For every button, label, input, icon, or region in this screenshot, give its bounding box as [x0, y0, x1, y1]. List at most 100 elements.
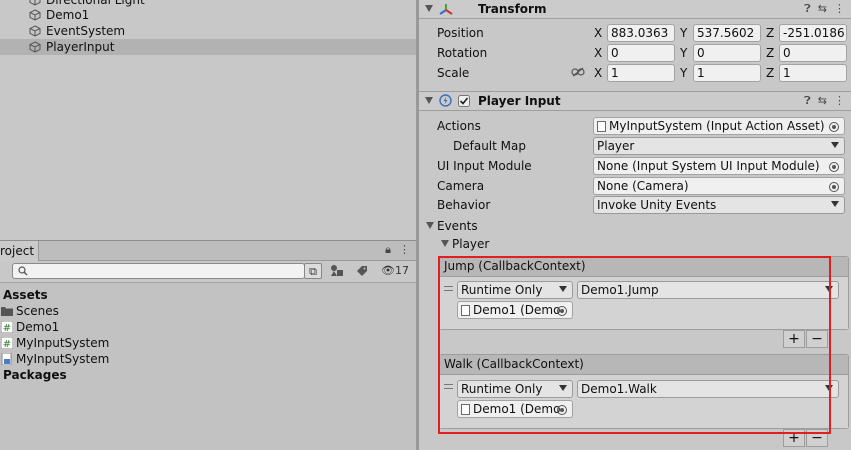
- gameobject-icon: [29, 25, 41, 37]
- preset-icon[interactable]: ⇆: [818, 94, 827, 108]
- search-by-type-icon[interactable]: ⧉: [304, 263, 322, 279]
- project-item-myinputsystem-script[interactable]: # MyInputSystem: [0, 335, 416, 351]
- player-input-header[interactable]: Player Input ❓︎ ⇆ ⋮: [419, 91, 851, 111]
- rotation-z-field[interactable]: 0: [779, 44, 847, 62]
- camera-field[interactable]: None (Camera): [593, 177, 845, 195]
- axis-y-label[interactable]: Y: [680, 65, 687, 81]
- camera-value: None (Camera): [597, 179, 689, 193]
- camera-label: Camera: [437, 179, 485, 193]
- project-item-label: Packages: [3, 368, 67, 382]
- chevron-down-icon: [825, 286, 833, 292]
- jump-function-dropdown[interactable]: Demo1.Jump: [577, 281, 839, 299]
- axis-x-label[interactable]: X: [594, 45, 602, 61]
- axis-y-label[interactable]: Y: [680, 45, 687, 61]
- help-icon[interactable]: ❓︎: [804, 2, 811, 16]
- jump-event-title: Jump (CallbackContext): [440, 257, 848, 277]
- more-menu-icon[interactable]: ⋮: [399, 243, 410, 257]
- position-y-field[interactable]: 537.5602: [693, 24, 761, 42]
- transform-icon: [439, 4, 453, 15]
- walk-add-listener-button[interactable]: +: [783, 429, 805, 447]
- rotation-x-field[interactable]: 0: [607, 44, 675, 62]
- axis-z-label[interactable]: Z: [766, 25, 774, 41]
- events-foldout-arrow-icon[interactable]: [426, 222, 434, 229]
- object-picker-icon[interactable]: [557, 306, 567, 316]
- input-actions-asset-icon: [597, 121, 606, 132]
- constrain-proportions-link-icon[interactable]: [571, 67, 585, 77]
- actions-field[interactable]: MyInputSystem (Input Action Asset): [593, 117, 845, 135]
- jump-target-field[interactable]: Demo1 (Demo: [457, 301, 573, 319]
- help-icon[interactable]: ❓︎: [804, 94, 811, 108]
- actions-label: Actions: [437, 119, 481, 133]
- walk-function-dropdown[interactable]: Demo1.Walk: [577, 380, 839, 398]
- hierarchy-item-demo1[interactable]: Demo1: [0, 7, 416, 23]
- hierarchy-item-eventsystem[interactable]: EventSystem: [0, 23, 416, 39]
- scale-z-field[interactable]: 1: [779, 64, 847, 82]
- enabled-checkbox[interactable]: [458, 95, 470, 107]
- drag-handle-icon[interactable]: [444, 384, 453, 389]
- project-item-label: MyInputSystem: [16, 352, 110, 366]
- project-item-myinputsystem-asset[interactable]: MyInputSystem: [0, 351, 416, 367]
- object-picker-icon[interactable]: [829, 162, 839, 172]
- player-foldout-arrow-icon[interactable]: [441, 240, 449, 247]
- walk-remove-listener-button[interactable]: −: [806, 429, 828, 447]
- ui-input-module-field[interactable]: None (Input System UI Input Module): [593, 157, 845, 175]
- hierarchy-item-label: Demo1: [46, 8, 90, 22]
- player-events-label[interactable]: Player: [452, 236, 489, 252]
- transform-title: Transform: [478, 2, 547, 16]
- filter-by-type-icon[interactable]: [330, 265, 344, 277]
- tab-project[interactable]: roject: [0, 241, 40, 261]
- hierarchy-item-label: PlayerInput: [46, 40, 115, 54]
- events-label[interactable]: Events: [437, 218, 478, 234]
- project-item-label: MyInputSystem: [16, 336, 110, 350]
- project-item-scenes[interactable]: Scenes: [0, 303, 416, 319]
- more-menu-icon[interactable]: ⋮: [834, 94, 845, 108]
- axis-y-label[interactable]: Y: [680, 25, 687, 41]
- ui-input-module-label: UI Input Module: [437, 159, 532, 173]
- foldout-arrow-icon[interactable]: [425, 5, 433, 12]
- walk-event-box: Walk (CallbackContext) Runtime Only Demo…: [439, 354, 849, 429]
- script-icon: [461, 404, 470, 415]
- behavior-dropdown[interactable]: Invoke Unity Events: [593, 196, 845, 214]
- default-map-value: Player: [597, 139, 635, 153]
- object-picker-icon[interactable]: [829, 182, 839, 192]
- behavior-value: Invoke Unity Events: [597, 198, 717, 212]
- lock-icon[interactable]: 🔒︎: [385, 243, 391, 257]
- default-map-dropdown[interactable]: Player: [593, 137, 845, 155]
- search-input[interactable]: [12, 263, 305, 279]
- project-toolbar: ⧉ 👁︎17: [0, 261, 416, 283]
- walk-runtime-dropdown[interactable]: Runtime Only: [457, 380, 573, 398]
- drag-handle-icon[interactable]: [444, 286, 453, 291]
- axis-x-label[interactable]: X: [594, 25, 602, 41]
- object-picker-icon[interactable]: [829, 122, 839, 132]
- scale-y-field[interactable]: 1: [693, 64, 761, 82]
- rotation-label: Rotation: [437, 46, 488, 60]
- project-item-assets[interactable]: Assets: [0, 287, 416, 303]
- transform-header[interactable]: Transform ❓︎ ⇆ ⋮: [419, 0, 851, 19]
- project-panel: roject 🔒︎ ⋮ ⧉ 👁︎17 Assets Scenes # Demo1…: [0, 240, 416, 450]
- axis-z-label[interactable]: Z: [766, 65, 774, 81]
- more-menu-icon[interactable]: ⋮: [834, 2, 845, 16]
- jump-runtime-dropdown[interactable]: Runtime Only: [457, 281, 573, 299]
- project-item-packages[interactable]: Packages: [0, 367, 416, 383]
- object-picker-icon[interactable]: [557, 405, 567, 415]
- label-tag-icon[interactable]: [356, 265, 368, 277]
- hidden-packages-toggle[interactable]: 👁︎17: [378, 263, 412, 279]
- scale-x-field[interactable]: 1: [607, 64, 675, 82]
- axis-z-label[interactable]: Z: [766, 45, 774, 61]
- gameobject-icon: [29, 9, 41, 21]
- preset-icon[interactable]: ⇆: [818, 2, 827, 16]
- jump-runtime-value: Runtime Only: [461, 283, 543, 297]
- position-label: Position: [437, 26, 484, 40]
- walk-target-field[interactable]: Demo1 (Demo: [457, 400, 573, 418]
- position-z-field[interactable]: -251.0186: [779, 24, 847, 42]
- axis-x-label[interactable]: X: [594, 65, 602, 81]
- hierarchy-item-playerinput[interactable]: PlayerInput: [0, 39, 416, 55]
- eye-slash-icon: 👁︎: [381, 264, 395, 277]
- rotation-y-field[interactable]: 0: [693, 44, 761, 62]
- project-item-demo1[interactable]: # Demo1: [0, 319, 416, 335]
- position-x-field[interactable]: 883.0363: [607, 24, 675, 42]
- foldout-arrow-icon[interactable]: [425, 97, 433, 104]
- jump-add-listener-button[interactable]: +: [783, 330, 805, 348]
- player-input-icon: [439, 94, 452, 107]
- jump-remove-listener-button[interactable]: −: [806, 330, 828, 348]
